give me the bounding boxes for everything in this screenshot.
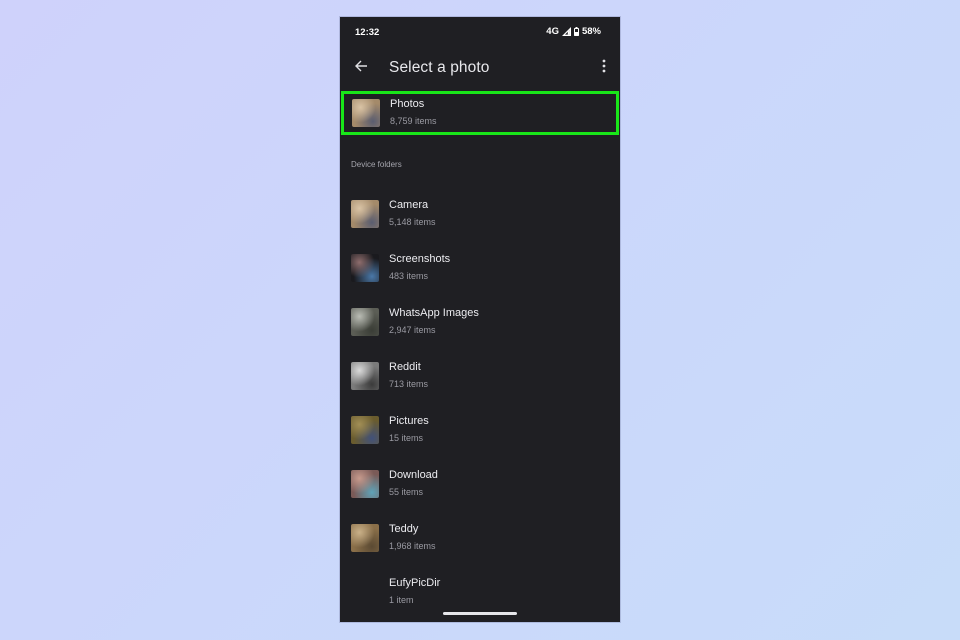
more-vertical-icon (602, 59, 606, 78)
folder-thumbnail (351, 524, 379, 552)
folder-count: 1 item (389, 595, 414, 605)
folder-thumbnail (351, 362, 379, 390)
folder-count: 713 items (389, 379, 429, 389)
back-button[interactable] (350, 57, 372, 79)
page-title: Select a photo (389, 59, 490, 76)
more-options-button[interactable] (596, 57, 612, 79)
folder-name: EufyPicDir (389, 577, 441, 589)
status-bar: 12:32 4G 58% (340, 17, 620, 45)
folder-item-pictures[interactable]: Pictures 15 items (340, 408, 620, 456)
folder-item-screenshots[interactable]: Screenshots 483 items (340, 246, 620, 294)
arrow-left-icon (354, 59, 368, 78)
signal-icon (561, 27, 571, 36)
folder-count: 55 items (389, 487, 424, 497)
folder-name: Teddy (389, 523, 419, 535)
folder-thumbnail (351, 254, 379, 282)
album-thumbnail (352, 99, 380, 127)
folder-name: WhatsApp Images (389, 307, 479, 319)
folder-count: 15 items (389, 433, 424, 443)
folder-thumbnail (351, 416, 379, 444)
battery-percent: 58% (581, 26, 601, 37)
album-photos[interactable]: Photos 8,759 items (341, 91, 619, 135)
folder-count: 1,968 items (389, 541, 436, 551)
folder-count: 483 items (389, 271, 429, 281)
folder-name: Screenshots (389, 253, 451, 265)
folder-name: Camera (389, 199, 429, 211)
album-name: Photos (390, 98, 425, 110)
folder-thumbnail (351, 578, 379, 606)
folder-count: 2,947 items (389, 325, 436, 335)
section-header-device-folders: Device folders (351, 160, 402, 169)
status-indicators: 4G 58% (546, 26, 601, 37)
folder-item-reddit[interactable]: Reddit 713 items (340, 354, 620, 402)
folder-item-eufypicdir[interactable]: EufyPicDir 1 item (340, 570, 620, 618)
folder-name: Reddit (389, 361, 421, 373)
network-type: 4G (546, 26, 559, 37)
home-indicator[interactable] (443, 612, 517, 615)
folder-thumbnail (351, 200, 379, 228)
folder-thumbnail (351, 470, 379, 498)
battery-icon (573, 27, 579, 36)
status-time: 12:32 (355, 27, 380, 38)
album-count: 8,759 items (390, 116, 437, 126)
folder-count: 5,148 items (389, 217, 436, 227)
app-bar: Select a photo (340, 53, 620, 83)
folder-item-camera[interactable]: Camera 5,148 items (340, 192, 620, 240)
folder-item-whatsapp-images[interactable]: WhatsApp Images 2,947 items (340, 300, 620, 348)
folder-name: Download (389, 469, 438, 481)
folder-thumbnail (351, 308, 379, 336)
phone-screen: 12:32 4G 58% Select a photo Photos 8,759… (340, 17, 620, 622)
folder-item-download[interactable]: Download 55 items (340, 462, 620, 510)
folder-item-teddy[interactable]: Teddy 1,968 items (340, 516, 620, 564)
folder-name: Pictures (389, 415, 429, 427)
